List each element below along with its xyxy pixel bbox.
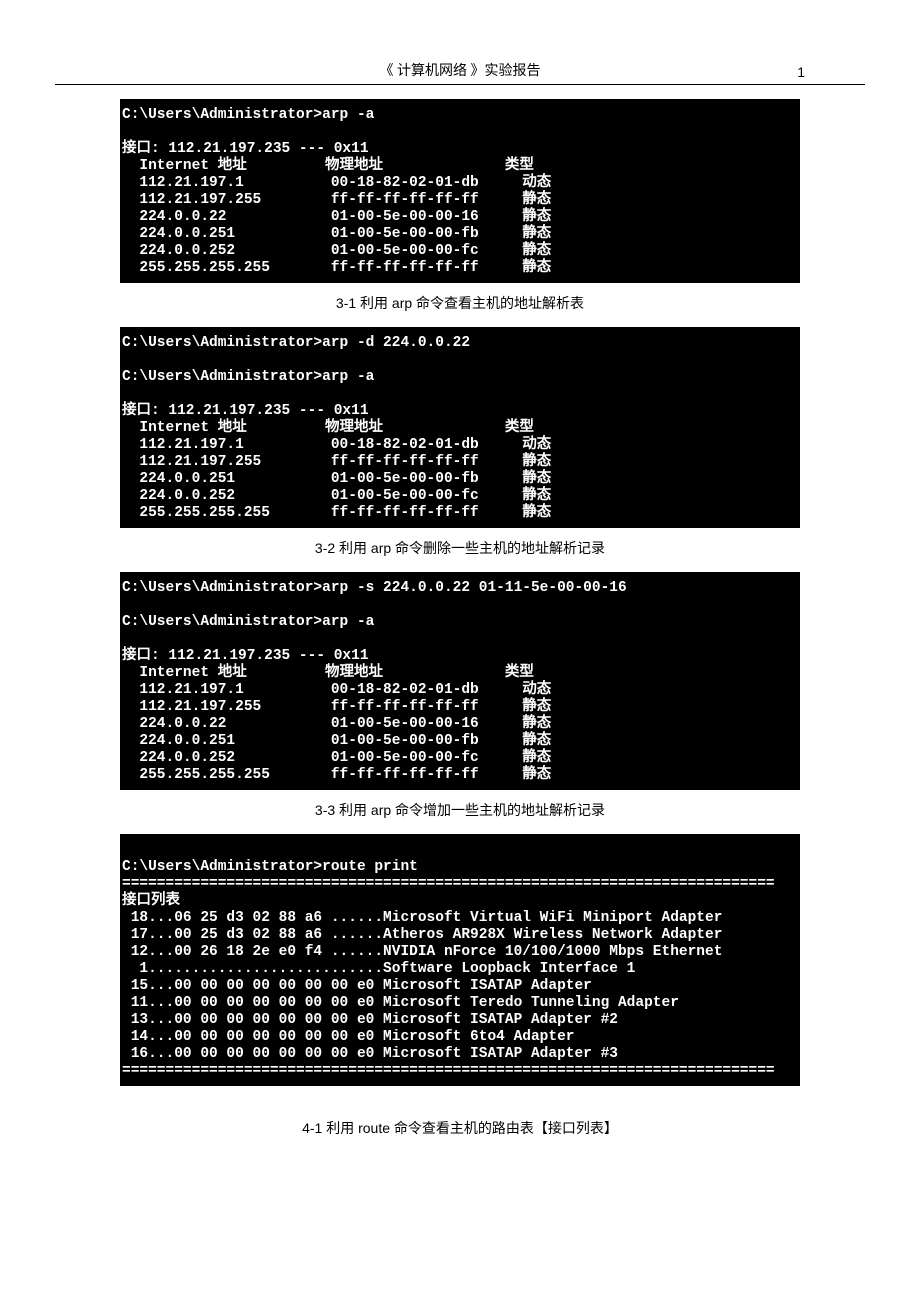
page-number: 1 [797,64,805,80]
header-divider [55,84,865,85]
caption-3-2: 3-2 利用 arp 命令删除一些主机的地址解析记录 [0,538,920,558]
section-4-1: C:\Users\Administrator>route print =====… [0,834,920,1138]
page: 《 计算机网络 》实验报告 1 C:\Users\Administrator>a… [0,0,920,1192]
caption-3-3: 3-3 利用 arp 命令增加一些主机的地址解析记录 [0,800,920,820]
caption-4-1: 4-1 利用 route 命令查看主机的路由表【接口列表】 [0,1118,920,1138]
terminal-output-4-1: C:\Users\Administrator>route print =====… [120,834,800,1086]
caption-3-1: 3-1 利用 arp 命令查看主机的地址解析表 [0,293,920,313]
terminal-output-3-3: C:\Users\Administrator>arp -s 224.0.0.22… [120,572,800,790]
header-title: 《 计算机网络 》实验报告 [0,60,920,80]
section-3-3: C:\Users\Administrator>arp -s 224.0.0.22… [0,572,920,820]
terminal-output-3-2: C:\Users\Administrator>arp -d 224.0.0.22… [120,327,800,528]
section-3-1: C:\Users\Administrator>arp -a 接口: 112.21… [0,99,920,313]
page-header: 《 计算机网络 》实验报告 [0,60,920,80]
section-3-2: C:\Users\Administrator>arp -d 224.0.0.22… [0,327,920,558]
terminal-output-3-1: C:\Users\Administrator>arp -a 接口: 112.21… [120,99,800,283]
